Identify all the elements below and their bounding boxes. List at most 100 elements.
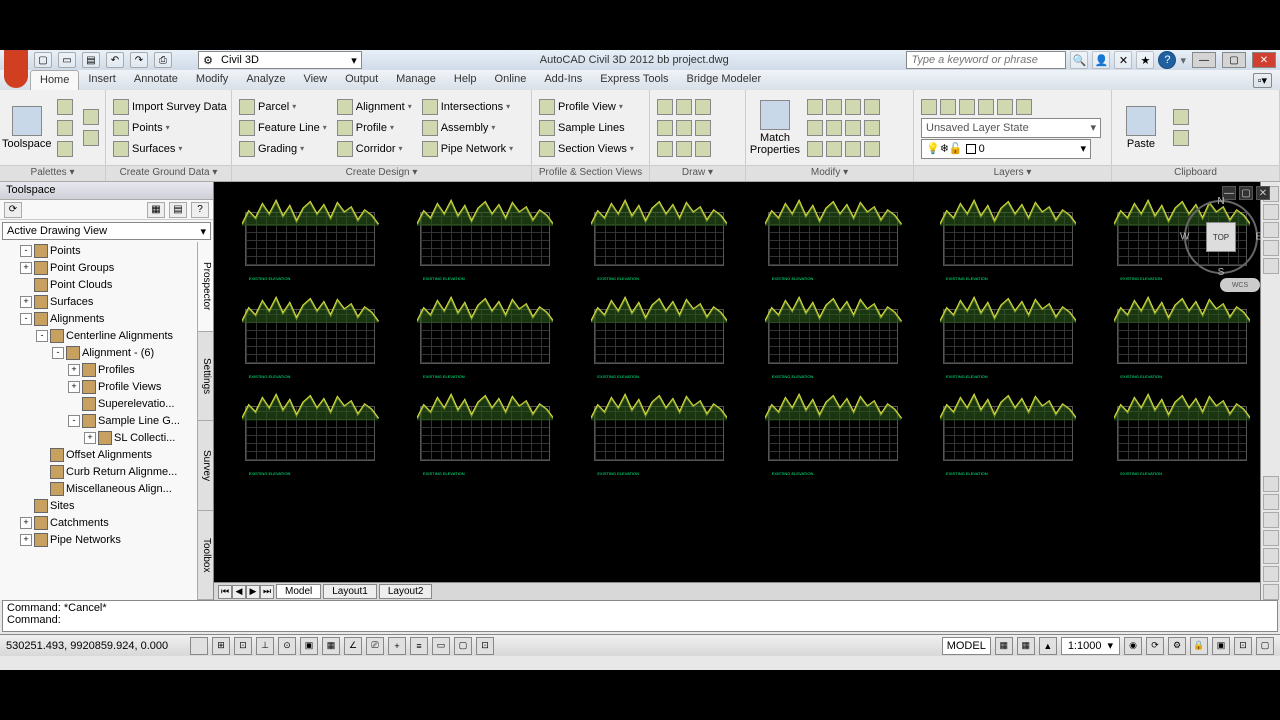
tab-view[interactable]: View bbox=[294, 70, 336, 90]
expander-icon[interactable]: + bbox=[68, 364, 80, 376]
tree-node[interactable]: +Point Groups bbox=[0, 259, 213, 276]
viewcube-east[interactable]: E bbox=[1255, 232, 1262, 243]
tab-output[interactable]: Output bbox=[336, 70, 387, 90]
tab-online[interactable]: Online bbox=[486, 70, 536, 90]
toolspace-tab-toolbox[interactable]: Toolbox bbox=[198, 511, 213, 601]
minimize-button[interactable]: — bbox=[1192, 52, 1216, 68]
status-infer-icon[interactable] bbox=[190, 637, 208, 655]
status-ws-switch-icon[interactable]: ⚙ bbox=[1168, 637, 1186, 655]
nav-tool-1[interactable] bbox=[1263, 476, 1279, 492]
tree-node[interactable]: +SL Collecti... bbox=[0, 429, 213, 446]
toolspace-view-dropdown[interactable]: Active Drawing View▾ bbox=[2, 222, 211, 240]
application-menu-button[interactable] bbox=[4, 50, 28, 88]
layout-tab-layout1[interactable]: Layout1 bbox=[323, 584, 377, 599]
paste-button[interactable]: Paste bbox=[1114, 106, 1168, 150]
copy-button[interactable] bbox=[1170, 128, 1192, 148]
viewport-close-icon[interactable]: ✕ bbox=[1256, 186, 1270, 200]
status-lwt-icon[interactable]: ≡ bbox=[410, 637, 428, 655]
tree-node[interactable]: +Profile Views bbox=[0, 378, 213, 395]
profile-view-button[interactable]: Profile View▾ bbox=[536, 97, 637, 117]
tab-addins[interactable]: Add-Ins bbox=[535, 70, 591, 90]
expander-icon[interactable]: + bbox=[68, 381, 80, 393]
wcs-badge[interactable]: WCS bbox=[1220, 278, 1260, 292]
tab-insert[interactable]: Insert bbox=[79, 70, 125, 90]
layout-nav-first-icon[interactable]: ⏮ bbox=[218, 585, 232, 599]
tab-help[interactable]: Help bbox=[445, 70, 486, 90]
layout-nav-last-icon[interactable]: ⏭ bbox=[260, 585, 274, 599]
status-clean-screen-icon[interactable]: ▢ bbox=[1256, 637, 1274, 655]
layout-nav-prev-icon[interactable]: ◀ bbox=[232, 585, 246, 599]
cut-button[interactable] bbox=[1170, 107, 1192, 127]
viewcube-north[interactable]: N bbox=[1217, 196, 1224, 207]
toolspace-help-icon[interactable]: ? bbox=[191, 202, 209, 218]
qat-new-icon[interactable]: ▢ bbox=[34, 52, 52, 68]
qat-save-icon[interactable]: ▤ bbox=[82, 52, 100, 68]
signin-icon[interactable]: 👤 bbox=[1092, 51, 1110, 69]
toolspace-button[interactable]: Toolspace bbox=[2, 106, 52, 150]
nav-tool-6[interactable] bbox=[1263, 566, 1279, 582]
ribbon-group-design[interactable]: Create Design ▾ bbox=[232, 165, 531, 181]
status-dyn-icon[interactable]: + bbox=[388, 637, 406, 655]
palette-btn-3[interactable] bbox=[54, 139, 76, 159]
modify-row-2[interactable] bbox=[804, 118, 883, 138]
status-sc-icon[interactable]: ⊡ bbox=[476, 637, 494, 655]
qat-undo-icon[interactable]: ↶ bbox=[106, 52, 124, 68]
surfaces-button[interactable]: Surfaces▾ bbox=[110, 139, 230, 159]
layout-tab-layout2[interactable]: Layout2 bbox=[379, 584, 433, 599]
maximize-button[interactable]: ▢ bbox=[1222, 52, 1246, 68]
status-tpy-icon[interactable]: ▭ bbox=[432, 637, 450, 655]
help-icon[interactable]: ? bbox=[1158, 51, 1176, 69]
feature-line-button[interactable]: Feature Line▾ bbox=[236, 118, 330, 138]
favorites-icon[interactable]: ★ bbox=[1136, 51, 1154, 69]
layout-nav-next-icon[interactable]: ▶ bbox=[246, 585, 260, 599]
modify-row-1[interactable] bbox=[804, 97, 883, 117]
nav-pan-icon[interactable] bbox=[1263, 204, 1279, 220]
nav-tool-3[interactable] bbox=[1263, 512, 1279, 528]
ribbon-group-ground[interactable]: Create Ground Data ▾ bbox=[106, 165, 231, 181]
status-toolbar-lock-icon[interactable]: 🔒 bbox=[1190, 637, 1208, 655]
qat-open-icon[interactable]: ▭ bbox=[58, 52, 76, 68]
grading-button[interactable]: Grading▾ bbox=[236, 139, 330, 159]
status-anno-scale-icon[interactable]: ▲ bbox=[1039, 637, 1057, 655]
expander-icon[interactable]: + bbox=[20, 262, 32, 274]
layer-icon-5[interactable] bbox=[997, 99, 1013, 115]
ribbon-group-layers[interactable]: Layers ▾ bbox=[914, 165, 1111, 181]
nav-tool-2[interactable] bbox=[1263, 494, 1279, 510]
status-polar-icon[interactable]: ⊙ bbox=[278, 637, 296, 655]
tab-annotate[interactable]: Annotate bbox=[125, 70, 187, 90]
toolspace-refresh-icon[interactable]: ⟳ bbox=[4, 202, 22, 218]
palette-btn-2[interactable] bbox=[54, 118, 76, 138]
nav-showmotion-icon[interactable] bbox=[1263, 258, 1279, 274]
expander-icon[interactable]: - bbox=[68, 415, 80, 427]
viewcube-west[interactable]: W bbox=[1180, 232, 1189, 243]
tree-node[interactable]: Superelevatio... bbox=[0, 395, 213, 412]
points-button[interactable]: Points▾ bbox=[110, 118, 230, 138]
viewport-maximize-icon[interactable]: ▢ bbox=[1239, 186, 1253, 200]
help-search-input[interactable] bbox=[906, 51, 1066, 69]
status-model-label[interactable]: MODEL bbox=[942, 637, 991, 655]
toolspace-tab-prospector[interactable]: Prospector bbox=[198, 242, 213, 332]
status-qv-drawings-icon[interactable]: ▦ bbox=[1017, 637, 1035, 655]
status-ortho-icon[interactable]: ⊥ bbox=[256, 637, 274, 655]
annotation-scale-dropdown[interactable]: 1:1000▾ bbox=[1061, 637, 1120, 655]
tree-node[interactable]: Curb Return Alignme... bbox=[0, 463, 213, 480]
pipe-network-button[interactable]: Pipe Network▾ bbox=[419, 139, 516, 159]
command-line[interactable]: Command: *Cancel* Command: bbox=[2, 600, 1278, 632]
status-osnap-icon[interactable]: ▣ bbox=[300, 637, 318, 655]
layer-icon-6[interactable] bbox=[1016, 99, 1032, 115]
profile-button[interactable]: Profile▾ bbox=[334, 118, 415, 138]
expander-icon[interactable]: + bbox=[20, 296, 32, 308]
status-anno-auto-icon[interactable]: ⟳ bbox=[1146, 637, 1164, 655]
toolspace-view-icon-1[interactable]: ▦ bbox=[147, 202, 165, 218]
status-anno-vis-icon[interactable]: ◉ bbox=[1124, 637, 1142, 655]
nav-tool-7[interactable] bbox=[1263, 584, 1279, 600]
tree-node[interactable]: -Alignment - (6) bbox=[0, 344, 213, 361]
status-otrack-icon[interactable]: ∠ bbox=[344, 637, 362, 655]
ribbon-minimize-icon[interactable]: ▫▾ bbox=[1253, 73, 1272, 88]
toolspace-view-icon-2[interactable]: ▤ bbox=[169, 202, 187, 218]
nav-orbit-icon[interactable] bbox=[1263, 240, 1279, 256]
expander-icon[interactable]: - bbox=[52, 347, 64, 359]
tab-express-tools[interactable]: Express Tools bbox=[591, 70, 677, 90]
tree-node[interactable]: +Pipe Networks bbox=[0, 531, 213, 548]
layer-icon-3[interactable] bbox=[959, 99, 975, 115]
